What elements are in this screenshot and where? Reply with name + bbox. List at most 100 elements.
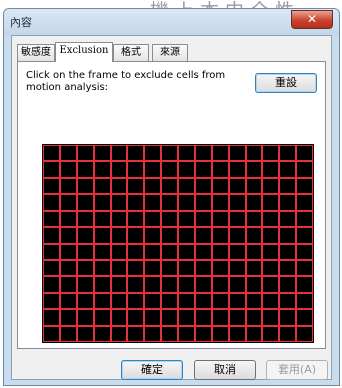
grid-cell[interactable] (194, 259, 212, 277)
grid-cell[interactable] (245, 325, 263, 343)
grid-cell[interactable] (127, 210, 145, 228)
close-button[interactable]: ✕ (291, 10, 333, 29)
grid-cell[interactable] (262, 161, 280, 178)
grid-cell[interactable] (127, 259, 145, 277)
grid-cell[interactable] (59, 194, 77, 211)
grid-cell[interactable] (127, 161, 145, 178)
grid-cell[interactable] (245, 210, 263, 228)
grid-cell[interactable] (43, 259, 60, 277)
grid-cell[interactable] (279, 309, 297, 326)
ok-button[interactable]: 確定 (121, 360, 183, 380)
grid-cell[interactable] (43, 292, 60, 310)
grid-cell[interactable] (127, 309, 145, 326)
grid-cell[interactable] (262, 210, 280, 228)
grid-cell[interactable] (211, 259, 229, 277)
grid-cell[interactable] (178, 292, 195, 310)
grid-cell[interactable] (194, 276, 212, 293)
grid-cell[interactable] (228, 259, 246, 277)
grid-cell[interactable] (194, 325, 212, 343)
grid-cell[interactable] (110, 194, 128, 211)
grid-cell[interactable] (127, 325, 145, 343)
grid-cell[interactable] (296, 276, 313, 293)
grid-cell[interactable] (127, 227, 145, 244)
grid-cell[interactable] (178, 243, 195, 260)
grid-cell[interactable] (59, 292, 77, 310)
grid-cell[interactable] (279, 144, 297, 162)
grid-cell[interactable] (262, 276, 280, 293)
grid-cell[interactable] (76, 325, 94, 343)
grid-cell[interactable] (228, 210, 246, 228)
tab-source[interactable]: 來源 (152, 44, 188, 61)
grid-cell[interactable] (279, 259, 297, 277)
grid-cell[interactable] (279, 227, 297, 244)
grid-cell[interactable] (296, 210, 313, 228)
grid-cell[interactable] (296, 292, 313, 310)
grid-cell[interactable] (262, 144, 280, 162)
grid-cell[interactable] (228, 227, 246, 244)
grid-cell[interactable] (161, 325, 178, 343)
grid-cell[interactable] (59, 243, 77, 260)
grid-cell[interactable] (127, 243, 145, 260)
grid-cell[interactable] (76, 276, 94, 293)
grid-cell[interactable] (161, 194, 178, 211)
grid-cell[interactable] (245, 276, 263, 293)
grid-cell[interactable] (93, 177, 111, 195)
grid-cell[interactable] (178, 161, 195, 178)
grid-cell[interactable] (110, 161, 128, 178)
grid-cell[interactable] (93, 243, 111, 260)
grid-cell[interactable] (194, 161, 212, 178)
grid-cell[interactable] (245, 177, 263, 195)
grid-cell[interactable] (93, 161, 111, 178)
grid-cell[interactable] (211, 325, 229, 343)
grid-cell[interactable] (262, 177, 280, 195)
grid-cell[interactable] (279, 194, 297, 211)
grid-cell[interactable] (76, 144, 94, 162)
grid-cell[interactable] (228, 243, 246, 260)
cancel-button[interactable]: 取消 (194, 360, 256, 380)
grid-cell[interactable] (144, 227, 162, 244)
grid-cell[interactable] (93, 276, 111, 293)
grid-cell[interactable] (296, 259, 313, 277)
grid-cell[interactable] (194, 210, 212, 228)
grid-cell[interactable] (211, 227, 229, 244)
grid-cell[interactable] (262, 227, 280, 244)
grid-cell[interactable] (59, 276, 77, 293)
grid-cell[interactable] (144, 161, 162, 178)
grid-cell[interactable] (76, 227, 94, 244)
tab-sensitivity[interactable]: 敏感度 (17, 44, 55, 61)
grid-cell[interactable] (211, 309, 229, 326)
grid-cell[interactable] (161, 210, 178, 228)
grid-cell[interactable] (178, 325, 195, 343)
grid-cell[interactable] (161, 259, 178, 277)
grid-cell[interactable] (194, 144, 212, 162)
grid-cell[interactable] (178, 194, 195, 211)
grid-cell[interactable] (110, 292, 128, 310)
grid-cell[interactable] (211, 210, 229, 228)
grid-cell[interactable] (43, 227, 60, 244)
grid-cell[interactable] (127, 144, 145, 162)
grid-cell[interactable] (296, 161, 313, 178)
grid-cell[interactable] (262, 309, 280, 326)
grid-cell[interactable] (296, 325, 313, 343)
grid-cell[interactable] (110, 259, 128, 277)
grid-cell[interactable] (144, 243, 162, 260)
grid-cell[interactable] (76, 194, 94, 211)
grid-cell[interactable] (110, 325, 128, 343)
grid-cell[interactable] (76, 177, 94, 195)
grid-cell[interactable] (262, 292, 280, 310)
grid-cell[interactable] (43, 161, 60, 178)
grid-cell[interactable] (161, 309, 178, 326)
grid-cell[interactable] (144, 325, 162, 343)
grid-cell[interactable] (110, 227, 128, 244)
grid-cell[interactable] (43, 177, 60, 195)
grid-cell[interactable] (93, 259, 111, 277)
grid-cell[interactable] (59, 210, 77, 228)
grid-cell[interactable] (59, 309, 77, 326)
grid-cell[interactable] (279, 276, 297, 293)
grid-cell[interactable] (110, 144, 128, 162)
grid-cell[interactable] (262, 325, 280, 343)
grid-cell[interactable] (161, 144, 178, 162)
grid-cell[interactable] (279, 210, 297, 228)
grid-cell[interactable] (194, 309, 212, 326)
grid-cell[interactable] (93, 325, 111, 343)
